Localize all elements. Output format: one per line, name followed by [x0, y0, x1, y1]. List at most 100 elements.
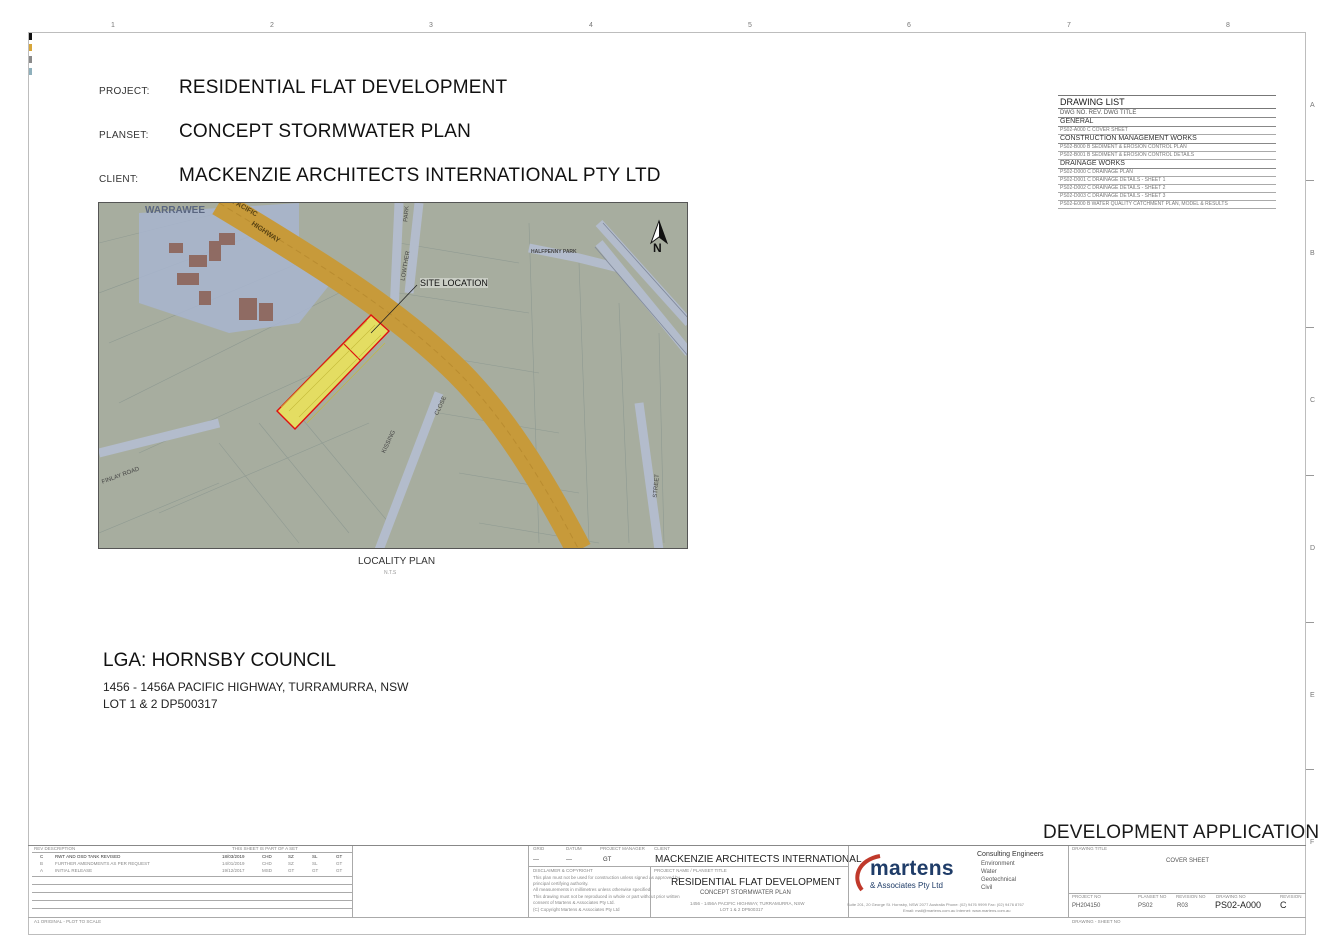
tb-planset-name: CONCEPT STORMWATER PLAN [700, 890, 791, 896]
rev-row-des: SZ [288, 854, 294, 859]
tb-divider [650, 866, 651, 917]
project-value: RESIDENTIAL FLAT DEVELOPMENT [179, 77, 508, 98]
drawing-list-row[interactable]: PS02-D002 C DRAINAGE DETAILS - SHEET 2 [1058, 185, 1276, 193]
client-value: MACKENZIE ARCHITECTS INTERNATIONAL PTY L… [179, 165, 661, 186]
drawing-title-label: DRAWING TITLE [1072, 846, 1108, 851]
rev-row-dr: MSD [262, 868, 272, 873]
revision-no: R03 [1177, 903, 1189, 909]
drawing-list-row[interactable]: PS02-A000 C COVER SHEET [1058, 127, 1276, 135]
rev-row-dr: CHD [262, 854, 272, 859]
locality-plan-caption: LOCALITY PLAN [358, 556, 436, 567]
planset-value: CONCEPT STORMWATER PLAN [179, 121, 472, 142]
row-tick [1306, 475, 1314, 476]
locality-plan-scale: N.T.S [384, 570, 397, 576]
grid-value: --- [533, 857, 539, 863]
row-tick [1306, 180, 1314, 181]
drawing-list-header: DWG NO. REV. DWG TITLE [1058, 109, 1276, 118]
project-name-label: PROJECT NAME / PLANSET TITLE [654, 868, 727, 873]
disclaimer-line: This drawing must not be reproduced in w… [533, 894, 680, 899]
development-application-stamp: DEVELOPMENT APPLICATION [1043, 822, 1320, 843]
company-web: Email: mail@martens.com.au Internet: www… [903, 908, 1011, 913]
rev-grid-line [32, 900, 352, 901]
row-tick [1306, 622, 1314, 623]
revision-label: REVISION [1280, 894, 1302, 899]
drawing-list-section: CONSTRUCTION MANAGEMENT WORKS [1058, 135, 1276, 144]
drawing-list-row[interactable]: PS02-B001 B SEDIMENT & EROSION CONTROL D… [1058, 152, 1276, 160]
rev-header: REV DESCRIPTION [34, 846, 76, 851]
project-manager-label: PROJECT MANAGER [600, 846, 645, 851]
drawing-list-row[interactable]: PS02-D003 C DRAINAGE DETAILS - SHEET 3 [1058, 193, 1276, 201]
row-letter: C [1310, 397, 1316, 404]
company-contact: Suite 201, 20 George St. Hornsby, NSW 20… [847, 902, 1024, 907]
rev-row-date: 18/03/2019 [222, 854, 245, 859]
revision-no-label: REVISION NO [1176, 894, 1206, 899]
drawing-title: COVER SHEET [1166, 858, 1210, 864]
scale-note: THIS SHEET IS PART OF A SET [232, 846, 298, 851]
map-label-halfpenny: HALFPENNY PARK [531, 249, 577, 255]
drawing-list-title: DRAWING LIST [1058, 95, 1276, 109]
client-label: CLIENT: [99, 174, 139, 185]
map-label-warrawee: WARRAWEE [145, 205, 205, 216]
disclaimer-line: consent of Martens & Associates Pty Ltd. [533, 900, 615, 905]
column-number: 1 [111, 22, 115, 29]
rev-divider [32, 852, 352, 853]
rev-row-chk: GT [312, 868, 319, 873]
project-manager-value: GT [603, 857, 612, 863]
row-tick [1306, 769, 1314, 770]
rev-grid-line [32, 884, 352, 885]
datum-label: DATUM [566, 846, 582, 851]
rev-row-date: 14/01/2019 [222, 861, 245, 866]
company-tag: Consulting Engineers [977, 851, 1044, 858]
project-label: PROJECT: [99, 86, 150, 97]
discipline-item: Civil [981, 885, 993, 891]
project-no: PH204150 [1072, 903, 1101, 909]
row-letter: D [1310, 545, 1316, 552]
map-label-north: N [653, 241, 662, 255]
disclaimer-line: principal certifying authority. [533, 881, 589, 886]
rev-row-appr: GT [336, 868, 343, 873]
drawing-list-row[interactable]: PS02-D000 C DRAINAGE PLAN [1058, 169, 1276, 177]
revision: C [1280, 900, 1287, 910]
company-sub: & Associates Pty Ltd [870, 881, 943, 890]
rev-row-dr: CHD [262, 861, 272, 866]
tb-divider [528, 846, 529, 917]
tb-project-address: 1456 - 1456A PACIFIC HIGHWAY, TURRAMURRA… [690, 901, 805, 906]
drawing-list: DRAWING LIST DWG NO. REV. DWG TITLE GENE… [1058, 95, 1276, 209]
color-swatch [29, 44, 32, 51]
drawing-list-section: DRAINAGE WORKS [1058, 160, 1276, 169]
tb-project-name: RESIDENTIAL FLAT DEVELOPMENT [671, 877, 841, 888]
client-name: MACKENZIE ARCHITECTS INTERNATIONAL [655, 854, 862, 865]
drawing-no: PS02-A000 [1215, 900, 1262, 910]
datum-value: --- [566, 857, 572, 863]
rev-row-rev: B [40, 861, 44, 866]
disclaimer-line: (C) Copyright Martens & Associates Pty L… [533, 907, 620, 912]
rev-grid-line [32, 892, 352, 893]
rev-row-des: SZ [288, 861, 294, 866]
discipline-item: Geotechnical [981, 877, 1017, 883]
row-letter: E [1310, 692, 1315, 699]
tb-project-lots: LOT 1 & 2 DP500317 [720, 907, 763, 912]
drawing-list-row[interactable]: PS02-B000 B SEDIMENT & EROSION CONTROL P… [1058, 144, 1276, 152]
drawing-list-row[interactable]: PS02-E000 B WATER QUALITY CATCHMENT PLAN… [1058, 201, 1276, 209]
rev-table-edge [352, 846, 353, 917]
discipline-item: Environment [981, 861, 1015, 867]
client-label-tb: CLIENT [654, 846, 671, 851]
rev-row-rev: A [40, 868, 44, 873]
grid-label: GRID [533, 846, 545, 851]
drawing-list-row[interactable]: PS02-D001 C DRAINAGE DETAILS - SHEET 1 [1058, 177, 1276, 185]
rev-row-desc: RWT AND OSD TANK REVISED [55, 854, 121, 859]
rev-row-appr: GT [336, 854, 343, 859]
color-swatch [29, 56, 32, 63]
rev-row-appr: GT [336, 861, 343, 866]
discipline-item: Water [981, 869, 997, 875]
title-block-bottom-line [28, 917, 1306, 918]
rev-grid-line [32, 876, 352, 877]
drawing-list-section: GENERAL [1058, 118, 1276, 127]
planset-label: PLANSET: [99, 130, 149, 141]
color-swatch [29, 33, 32, 40]
row-letter: B [1310, 250, 1315, 257]
planset-no-label: PLANSET NO [1138, 894, 1167, 899]
locality-map[interactable]: WARRAWEE PACIFIC HIGHWAY LOWTHER PARK HA… [98, 202, 688, 549]
column-number: 6 [907, 22, 911, 29]
disclaimer-title: DISCLAIMER & COPYRIGHT [533, 868, 593, 873]
